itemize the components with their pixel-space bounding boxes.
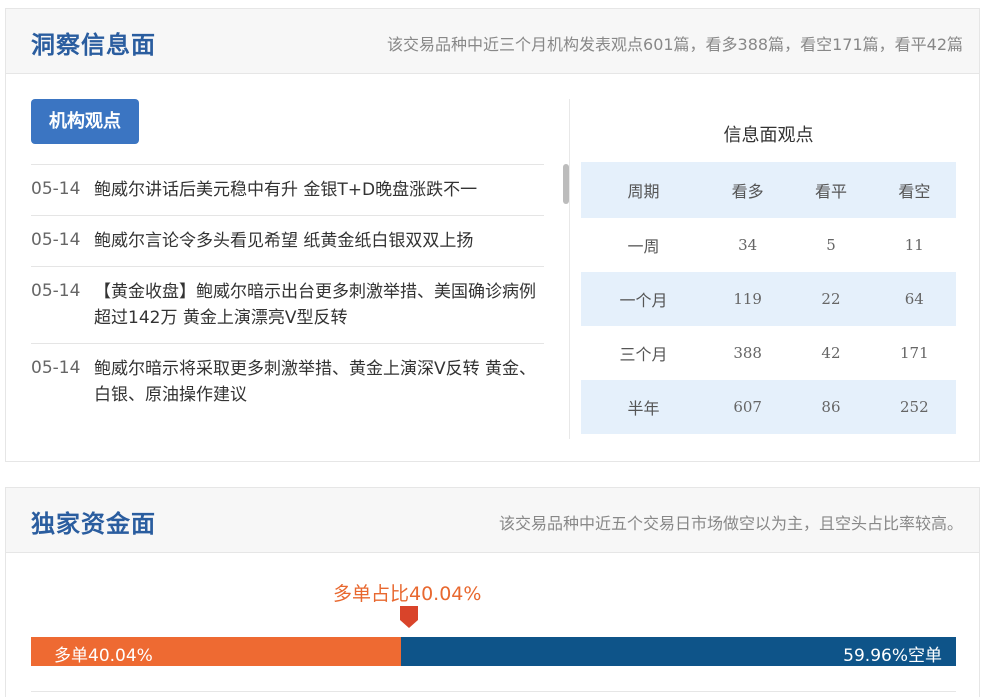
insight-panel: 洞察信息面 该交易品种中近三个月机构发表观点601篇，看多388篇，看空171篇… (5, 8, 980, 462)
stats-header-row: 周期 看多 看平 看空 (581, 162, 956, 218)
institution-views-tab[interactable]: 机构观点 (31, 99, 139, 144)
insight-title: 洞察信息面 (31, 31, 156, 59)
stats-bullish: 34 (738, 236, 758, 254)
stats-neutral: 86 (821, 398, 841, 416)
stats-header-bullish: 看多 (731, 182, 764, 201)
ratio-marker-icon (400, 606, 418, 628)
news-date: 05-14 (31, 281, 81, 301)
stats-period: 三个月 (619, 345, 668, 364)
long-bar: 多单40.04% (31, 637, 402, 666)
news-list: 05-14 鲍威尔讲话后美元稳中有升 金银T+D晚盘涨跌不一 05-14 鲍威尔… (31, 164, 544, 420)
stats-bullish: 119 (733, 290, 762, 308)
stats-period: 半年 (627, 399, 660, 418)
news-item[interactable]: 05-14 鲍威尔言论令多头看见希望 纸黄金纸白银双双上扬 (31, 215, 544, 266)
funds-panel: 独家资金面 该交易品种中近五个交易日市场做空以为主，且空头占比率较高。 多单占比… (5, 487, 980, 697)
stats-neutral: 22 (821, 290, 841, 308)
stats-neutral: 5 (826, 236, 836, 254)
stats-period: 一周 (627, 237, 660, 256)
insight-summary: 该交易品种中近三个月机构发表观点601篇，看多388篇，看空171篇，看平42篇 (387, 35, 963, 54)
news-title-link[interactable]: 鲍威尔言论令多头看见希望 纸黄金纸白银双双上扬 (94, 228, 544, 254)
funds-summary: 该交易品种中近五个交易日市场做空以为主，且空头占比率较高。 (498, 514, 963, 533)
news-item[interactable]: 05-14 【黄金收盘】鲍威尔暗示出台更多刺激举措、美国确诊病例超过142万 黄… (31, 266, 544, 343)
news-item[interactable]: 05-14 鲍威尔暗示将采取更多刺激举措、黄金上演深V反转 黄金、白银、原油操作… (31, 343, 544, 420)
news-item[interactable]: 05-14 鲍威尔讲话后美元稳中有升 金银T+D晚盘涨跌不一 (31, 164, 544, 215)
stats-neutral: 42 (821, 344, 841, 362)
stats-bearish: 171 (900, 344, 929, 362)
short-bar: 59.96%空单 (401, 637, 956, 666)
stats-bullish: 607 (733, 398, 762, 416)
stats-header-neutral: 看平 (814, 182, 847, 201)
funds-divider (31, 691, 956, 692)
stats-row: 一周 34 5 11 (581, 218, 956, 272)
stats-row: 三个月 388 42 171 (581, 326, 956, 380)
news-title-link[interactable]: 【黄金收盘】鲍威尔暗示出台更多刺激举措、美国确诊病例超过142万 黄金上演漂亮V… (94, 279, 544, 331)
column-divider (569, 99, 570, 439)
news-date: 05-14 (31, 179, 81, 199)
stats-bearish: 11 (904, 236, 924, 254)
stats-header-bearish: 看空 (898, 182, 931, 201)
news-date: 05-14 (31, 230, 81, 250)
funds-title: 独家资金面 (31, 510, 156, 538)
stats-title: 信息面观点 (723, 125, 814, 146)
ratio-marker-shape (400, 606, 418, 628)
news-date: 05-14 (31, 358, 81, 378)
stats-bearish: 252 (900, 398, 929, 416)
news-title-link[interactable]: 鲍威尔讲话后美元稳中有升 金银T+D晚盘涨跌不一 (94, 177, 544, 203)
stats-table: 周期 看多 看平 看空 一周 34 5 11 一个月 119 22 64 三个月… (581, 162, 956, 434)
stats-period: 一个月 (619, 291, 668, 310)
insight-header: 洞察信息面 该交易品种中近三个月机构发表观点601篇，看多388篇，看空171篇… (6, 9, 979, 74)
stats-row: 一个月 119 22 64 (581, 272, 956, 326)
stats-row: 半年 607 86 252 (581, 380, 956, 434)
stats-bullish: 388 (733, 344, 762, 362)
funds-header: 独家资金面 该交易品种中近五个交易日市场做空以为主，且空头占比率较高。 (6, 488, 979, 553)
short-bar-text: 59.96%空单 (843, 646, 942, 666)
long-short-ratio-bar: 多单40.04% 59.96%空单 (31, 637, 956, 666)
stats-bearish: 64 (904, 290, 924, 308)
long-bar-text: 多单40.04% (54, 646, 153, 666)
news-title-link[interactable]: 鲍威尔暗示将采取更多刺激举措、黄金上演深V反转 黄金、白银、原油操作建议 (94, 356, 544, 408)
long-ratio-label: 多单占比40.04% (333, 583, 482, 605)
stats-header-period: 周期 (627, 182, 660, 201)
